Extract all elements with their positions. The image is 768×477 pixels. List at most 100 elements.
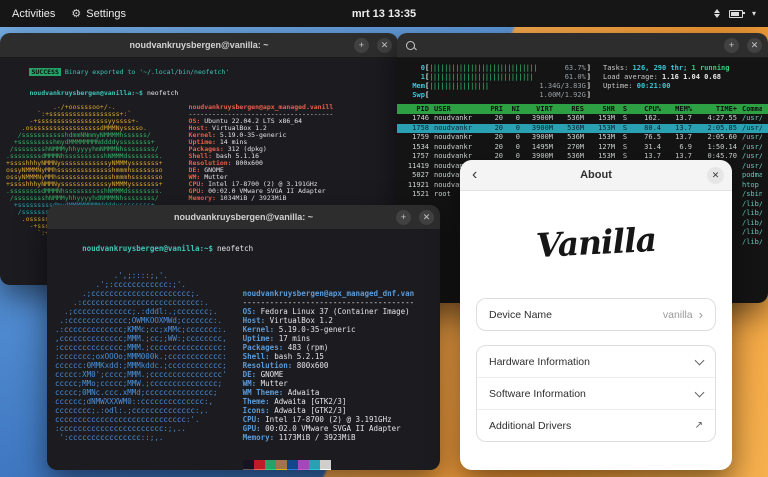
info-value: Adwaita [283,388,320,397]
cell-virt: 3900M [531,133,553,141]
column-header-mem[interactable]: MEM% [666,104,692,114]
palette-swatch [319,460,331,469]
neofetch-info-line: WM Theme: Adwaita [243,388,415,397]
top-bar: Activities ⚙ Settings mrt 13 13:35 ▾ [0,0,768,27]
memory-meter: Mem[|||||||||||||||| 1.34G/3.83G] [403,82,591,91]
column-header-virt[interactable]: VIRT [525,104,553,114]
vanilla-logo: Vanilla [535,219,657,266]
neofetch-info-line: Host: VirtualBox 1.2 [243,316,415,325]
close-button[interactable]: ✕ [707,166,724,184]
ascii-art-line: :cccccccccccccc;MMM.;cccccccccccccccc: [55,343,227,352]
info-value: bash 5.2.15 [269,352,324,361]
info-value: Adwaita [GTK2/3] [269,406,347,415]
load-value: 1.16 1.04 0.68 [662,73,722,81]
cell-pid: 1534 [412,142,429,151]
column-header-s[interactable]: S [620,104,630,114]
cell-mem: 13.7 [675,123,692,132]
column-header-time[interactable]: TIME+ [697,104,737,114]
close-button[interactable]: ✕ [377,37,392,53]
chevron-right-icon: › [698,307,703,322]
process-row[interactable]: 1746 noudvankr 20 0 3900M 536M 153M S 162. 13.7 4:… [397,114,768,124]
new-tab-button[interactable]: + [396,209,411,225]
window-title: noudvankruysbergen@vanilla: ~ [129,40,269,50]
system-tray[interactable]: ▾ [713,9,756,18]
battery-icon [728,9,745,18]
swap-meter: Swp[1.00M/1.92G] [403,91,591,100]
info-key: Host: [242,316,266,325]
process-row[interactable]: 1758 noudvankr 20 0 3900M 536M 153M S 80.4 13.7 2:… [397,123,768,133]
device-name-row[interactable]: Device Name vanilla › [477,299,715,330]
cell-pri: 20 [494,142,503,151]
about-row-hardware-information[interactable]: Hardware Information [477,346,715,377]
about-row-icon-wrap [694,355,705,365]
uptime-value: 00:21:00 [636,82,671,90]
about-row-software-information[interactable]: Software Information [477,377,715,409]
close-button[interactable]: ✕ [419,209,434,225]
column-header-pri[interactable]: PRI [487,104,503,114]
terminal-color-palette [242,460,415,470]
tasks-running: 1 running [691,64,730,72]
column-header-res[interactable]: RES [558,104,584,114]
neofetch-info-line: Resolution: 800x600 [243,361,415,370]
info-value: 483 (rpm) [283,343,329,352]
column-header-shr[interactable]: SHR [589,104,615,114]
device-name-card: Device Name vanilla › [476,298,716,331]
meter-bar: |||||||||||||||| 1.34G/3.83G [429,82,587,91]
neofetch-info-line: WM: Mutter [243,379,415,388]
close-button[interactable]: ✕ [747,37,762,53]
activities-button[interactable]: Activities [12,8,55,20]
ascii-art-line: cccccccc;.:odl:.;cccccccccccccc:,. [55,406,209,415]
ascii-art-line: cccccc;dNMWXXXWM0::cccccccccccccc:, [55,397,214,406]
clock[interactable]: mrt 13 13:35 [352,8,416,20]
palette-swatch [297,469,309,470]
focused-app-indicator[interactable]: ⚙ Settings [71,7,127,21]
column-header-pid[interactable]: PID [403,104,429,114]
column-header-cmd[interactable]: Command [742,104,762,114]
new-tab-button[interactable]: + [354,37,369,53]
palette-swatch [286,460,298,469]
column-header-cpu[interactable]: CPU% [635,104,661,114]
htop-titlebar[interactable]: + ✕ [397,33,768,58]
info-card: Hardware Information Software Information… [476,345,716,442]
about-dialog: ‹ About ✕ Vanilla Device Name vanilla › … [460,160,732,470]
ascii-art-line: ccccc:XM0';cccc;MMM.;cccccccccccccccc' [55,370,227,379]
back-button[interactable]: ‹ [472,167,477,183]
terminal2-content[interactable]: noudvankruysbergen@vanilla:~$ neofetch .'… [47,230,440,470]
neofetch-divider: -------------------------------------- [242,298,415,307]
column-header-ni[interactable]: NI [508,104,520,114]
tasks-value: 126, 290 thr; [632,64,688,72]
new-tab-button[interactable]: + [724,37,739,53]
terminal1-titlebar[interactable]: noudvankruysbergen@vanilla: ~ + ✕ [0,33,398,58]
info-value: 800x600 [231,159,263,167]
palette-swatch [264,469,276,470]
device-name-value: vanilla [662,308,693,321]
info-value: GNOME [256,370,284,379]
about-row-additional-drivers[interactable]: Additional Drivers ↗ [477,409,715,441]
cell-cpu: 80.4 [644,123,661,132]
meter-value: 1.34G/3.83G [539,82,586,90]
uptime-label: Uptime: [603,82,633,90]
about-row-icon-wrap: ↗ [695,420,703,431]
column-header-user[interactable]: USER [434,104,482,114]
process-table-header: PID USER PRI NI VIRT RES SHR S CPU% MEM% TIME+ Comm… [397,104,768,114]
focused-app-name: Settings [86,7,127,20]
cell-pid: 5027 [412,171,429,179]
info-key: Icons: [242,406,270,415]
process-row[interactable]: 1759 noudvankr 20 0 3900M 536M 153M S 76.5 13.7 2:… [397,133,768,143]
info-value: Intel i7-8700 (2) @ 3.191GHz [260,415,392,424]
palette-swatch [297,460,309,469]
ascii-art-line: :ccccccc;oxOOOo;MMM000k.;cccccccccccc: [55,352,227,361]
load-label: Load average: [603,73,658,81]
neofetch-header: noudvankruysbergen@apx_managed_dnf.van [242,289,415,298]
cell-shr: 153M [598,133,615,141]
cell-cmd: /lib/sys [742,237,762,246]
chevron-down-icon [694,355,705,365]
terminal2-titlebar[interactable]: noudvankruysbergen@vanilla: ~ + ✕ [47,205,440,230]
info-key: Memory: [188,194,216,202]
cell-pri: 20 [494,114,503,122]
about-header[interactable]: ‹ About ✕ [460,160,732,191]
process-row[interactable]: 1534 noudvankr 20 0 1495M 270M 127M S 31.4 6.9 1:5… [397,143,768,153]
cell-res: 270M [567,142,584,151]
search-icon[interactable] [406,33,415,57]
cell-virt: 1495M [531,142,553,151]
